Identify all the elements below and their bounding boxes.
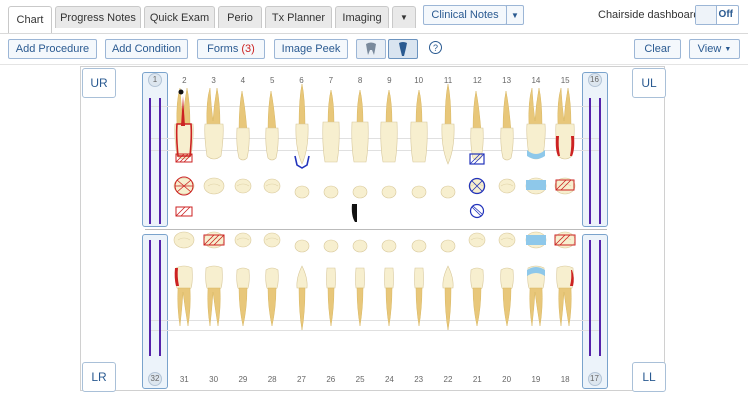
tab-tx-planner[interactable]: Tx Planner [265,6,332,28]
help-label: ? [432,42,438,53]
quadrant-ul-button[interactable]: UL [632,68,666,98]
tooth-21[interactable] [464,208,490,358]
caret-down-icon: ▼ [724,45,732,53]
tooth-12[interactable] [464,76,490,226]
tooth-number-25[interactable]: 25 [350,375,370,384]
tooth-number-31[interactable]: 31 [174,375,194,384]
clinical-notes-dropdown[interactable]: ▼ [506,5,524,25]
tooth-23[interactable] [406,208,432,358]
tooth-28[interactable] [259,208,285,358]
tooth-19[interactable] [523,208,549,358]
tab-chart[interactable]: Chart [8,6,52,33]
tooth-15[interactable] [552,76,578,226]
tooth-27[interactable] [289,208,315,358]
tab-chart-label: Chart [16,14,44,26]
tooth-13[interactable] [494,76,520,226]
clinical-notes-button[interactable]: Clinical Notes [423,5,507,25]
tab-quick-exam[interactable]: Quick Exam [144,6,215,28]
toggle-state: Off [718,9,733,20]
tooth-number-24[interactable]: 24 [379,375,399,384]
tab-more-dropdown[interactable]: ▼ [392,6,416,28]
tooth-31[interactable] [171,208,197,358]
tooth-11[interactable] [435,76,461,226]
quadrant-ul-label: UL [641,76,657,90]
crown-view-button[interactable] [356,39,386,59]
tooth-20[interactable] [494,208,520,358]
add-procedure-label: Add Procedure [15,43,90,55]
tooth-5[interactable] [259,76,285,226]
tooth-16[interactable] [582,76,608,226]
tooth-root-icon [399,42,407,56]
tooth-number-30[interactable]: 30 [204,375,224,384]
quadrant-lr-label: LR [91,370,107,384]
tooth-6[interactable] [289,76,315,226]
tooth-10[interactable] [406,76,432,226]
caret-down-icon: ▼ [511,10,519,20]
tooth-4[interactable] [230,76,256,226]
tooth-17[interactable] [582,226,608,376]
tooth-24[interactable] [376,208,402,358]
chairside-toggle[interactable]: Off [695,5,739,25]
quadrant-ll-button[interactable]: LL [632,362,666,392]
help-icon[interactable]: ? [429,41,442,54]
tab-quick-exam-label: Quick Exam [149,11,210,24]
tooth-25[interactable] [347,208,373,358]
tooth-8[interactable] [347,76,373,226]
tooth-number-28[interactable]: 28 [262,375,282,384]
tooth-number-23[interactable]: 23 [409,375,429,384]
quadrant-ur-label: UR [90,76,108,90]
tooth-14[interactable] [523,76,549,226]
tooth-number-21[interactable]: 21 [467,375,487,384]
tooth-number-27[interactable]: 27 [292,375,312,384]
chairside-dashboard-label: Chairside dashboard [598,9,700,21]
clinical-notes-label: Clinical Notes [431,9,499,21]
tab-progress-notes[interactable]: Progress Notes [55,6,141,28]
quadrant-ll-label: LL [642,370,656,384]
forms-button[interactable]: Forms (3) [197,39,265,59]
add-condition-label: Add Condition [111,43,182,55]
tooth-32[interactable] [142,226,168,376]
tooth-number-22[interactable]: 22 [438,375,458,384]
tooth-number-20[interactable]: 20 [497,375,517,384]
tooth-number-26[interactable]: 26 [321,375,341,384]
add-condition-button[interactable]: Add Condition [105,39,188,59]
view-button[interactable]: View ▼ [689,39,740,59]
tooth-number-29[interactable]: 29 [233,375,253,384]
tab-perio-label: Perio [227,11,253,24]
tab-imaging-label: Imaging [342,11,382,24]
tab-divider [0,33,748,34]
toolbar-divider [0,64,748,65]
tooth-29[interactable] [230,208,256,358]
tooth-1[interactable] [142,76,168,226]
clear-label: Clear [644,43,671,55]
forms-label: Forms [207,43,239,55]
tooth-30[interactable] [201,208,227,358]
tab-perio[interactable]: Perio [218,6,262,28]
quadrant-ur-button[interactable]: UR [82,68,116,98]
tooth-2[interactable] [171,76,197,226]
tooth-9[interactable] [376,76,402,226]
tab-progress-notes-label: Progress Notes [60,11,136,24]
tooth-22[interactable] [435,208,461,358]
tooth-7[interactable] [318,76,344,226]
tab-imaging[interactable]: Imaging [335,6,389,28]
tooth-3[interactable] [201,76,227,226]
clear-button[interactable]: Clear [634,39,681,59]
add-procedure-button[interactable]: Add Procedure [8,39,97,59]
image-peek-label: Image Peek [281,43,341,55]
forms-count-badge: (3) [241,43,255,55]
tooth-crown-icon [366,42,376,55]
view-label: View [697,43,722,55]
tooth-number-19[interactable]: 19 [526,375,546,384]
quadrant-lr-button[interactable]: LR [82,362,116,392]
tooth-number-18[interactable]: 18 [555,375,575,384]
root-view-button[interactable] [388,39,418,59]
caret-down-icon: ▼ [400,13,408,22]
toggle-knob [696,6,717,24]
tooth-26[interactable] [318,208,344,358]
tab-tx-planner-label: Tx Planner [271,11,326,24]
image-peek-button[interactable]: Image Peek [274,39,348,59]
tooth-18[interactable] [552,208,578,358]
